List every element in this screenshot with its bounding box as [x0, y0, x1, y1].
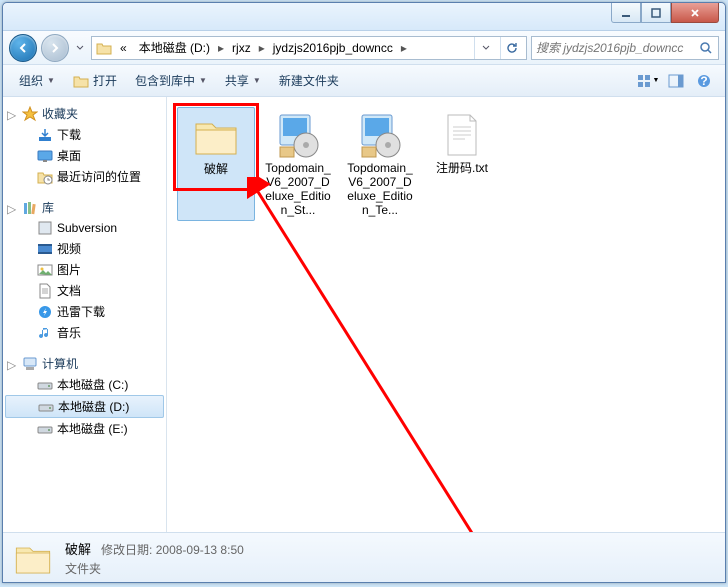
sidebar[interactable]: ▷收藏夹 下载 桌面 最近访问的位置 ▷库 Subversion 视频 图片 文… [3, 97, 167, 532]
installer-icon [274, 111, 322, 159]
open-button[interactable]: 打开 [65, 69, 125, 93]
sidebar-item-recent[interactable]: 最近访问的位置 [3, 166, 166, 187]
titlebar[interactable] [3, 3, 725, 31]
refresh-button[interactable] [500, 37, 522, 59]
libraries-header[interactable]: ▷库 [3, 197, 166, 218]
favorites-group: ▷收藏夹 下载 桌面 最近访问的位置 [3, 103, 166, 187]
sidebar-item-music[interactable]: 音乐 [3, 322, 166, 343]
back-button[interactable] [9, 34, 37, 62]
status-date-label: 修改日期: [101, 543, 152, 557]
installer-icon [356, 111, 404, 159]
file-item-folder[interactable]: 破解 [177, 107, 255, 221]
address-dropdown[interactable] [474, 37, 496, 59]
status-type: 文件夹 [65, 560, 244, 577]
breadcrumb-item[interactable]: rjxz [228, 39, 255, 57]
sidebar-item-pictures[interactable]: 图片 [3, 259, 166, 280]
drive-icon [38, 399, 54, 415]
sidebar-item-thunder[interactable]: 迅雷下载 [3, 301, 166, 322]
drive-icon [37, 377, 53, 393]
picture-icon [37, 262, 53, 278]
minimize-button[interactable] [611, 3, 641, 23]
video-icon [37, 241, 53, 257]
breadcrumb-item[interactable]: jydzjs2016pjb_downcc [269, 39, 397, 57]
desktop-icon [37, 148, 53, 164]
computer-group: ▷计算机 本地磁盘 (C:) 本地磁盘 (D:) 本地磁盘 (E:) [3, 353, 166, 439]
preview-pane-button[interactable] [663, 70, 689, 92]
address-bar[interactable]: « 本地磁盘 (D:) ▸ rjxz ▸ jydzjs2016pjb_downc… [91, 36, 527, 60]
sidebar-item-desktop[interactable]: 桌面 [3, 145, 166, 166]
forward-button[interactable] [41, 34, 69, 62]
collapse-icon[interactable]: ▷ [7, 358, 18, 369]
thunder-icon [37, 304, 53, 320]
file-list[interactable]: 破解 Topdomain_V6_2007_Deluxe_Edition_St..… [167, 97, 725, 532]
sidebar-item-drive-d[interactable]: 本地磁盘 (D:) [5, 395, 164, 418]
favorites-header[interactable]: ▷收藏夹 [3, 103, 166, 124]
body: ▷收藏夹 下载 桌面 最近访问的位置 ▷库 Subversion 视频 图片 文… [3, 97, 725, 532]
library-icon [22, 200, 38, 216]
include-library-button[interactable]: 包含到库中▼ [127, 69, 215, 93]
chevron-right-icon[interactable]: ▸ [218, 41, 224, 55]
file-label: 注册码.txt [436, 161, 488, 175]
libraries-group: ▷库 Subversion 视频 图片 文档 迅雷下载 音乐 [3, 197, 166, 343]
computer-header[interactable]: ▷计算机 [3, 353, 166, 374]
sidebar-item-documents[interactable]: 文档 [3, 280, 166, 301]
search-input[interactable] [536, 41, 694, 55]
file-item-exe[interactable]: Topdomain_V6_2007_Deluxe_Edition_Te... [341, 107, 419, 221]
breadcrumb-item[interactable]: 本地磁盘 (D:) [135, 37, 214, 58]
collapse-icon[interactable]: ▷ [7, 202, 18, 213]
folder-icon [192, 112, 240, 160]
svn-icon [37, 220, 53, 236]
file-label: 破解 [204, 162, 228, 176]
maximize-button[interactable] [641, 3, 671, 23]
search-box[interactable] [531, 36, 719, 60]
open-icon [73, 73, 89, 89]
chevron-right-icon[interactable]: ▸ [401, 41, 407, 55]
drive-icon [37, 421, 53, 437]
sidebar-item-subversion[interactable]: Subversion [3, 218, 166, 238]
sidebar-item-videos[interactable]: 视频 [3, 238, 166, 259]
star-icon [22, 106, 38, 122]
annotation-arrow [247, 177, 507, 532]
explorer-window: « 本地磁盘 (D:) ▸ rjxz ▸ jydzjs2016pjb_downc… [2, 2, 726, 583]
sidebar-item-drive-e[interactable]: 本地磁盘 (E:) [3, 418, 166, 439]
close-button[interactable] [671, 3, 719, 23]
text-file-icon [438, 111, 486, 159]
folder-icon [13, 538, 53, 578]
collapse-icon[interactable]: ▷ [7, 108, 18, 119]
file-label: Topdomain_V6_2007_Deluxe_Edition_Te... [345, 161, 415, 217]
organize-button[interactable]: 组织▼ [11, 69, 63, 93]
download-icon [37, 127, 53, 143]
view-options-button[interactable]: ▼ [635, 70, 661, 92]
help-button[interactable]: ? [691, 70, 717, 92]
status-info: 破解 修改日期: 2008-09-13 8:50 文件夹 [65, 539, 244, 577]
sidebar-item-drive-c[interactable]: 本地磁盘 (C:) [3, 374, 166, 395]
music-icon [37, 325, 53, 341]
nav-row: « 本地磁盘 (D:) ▸ rjxz ▸ jydzjs2016pjb_downc… [3, 31, 725, 65]
recent-icon [37, 169, 53, 185]
new-folder-button[interactable]: 新建文件夹 [271, 69, 347, 93]
toolbar: 组织▼ 打开 包含到库中▼ 共享▼ 新建文件夹 ▼ ? [3, 65, 725, 97]
search-icon[interactable] [698, 40, 714, 56]
nav-history-dropdown[interactable] [73, 45, 87, 51]
breadcrumb-prefix: « [116, 39, 131, 57]
file-label: Topdomain_V6_2007_Deluxe_Edition_St... [263, 161, 333, 217]
sidebar-item-downloads[interactable]: 下载 [3, 124, 166, 145]
status-bar: 破解 修改日期: 2008-09-13 8:50 文件夹 [3, 532, 725, 582]
computer-icon [22, 356, 38, 372]
file-item-exe[interactable]: Topdomain_V6_2007_Deluxe_Edition_St... [259, 107, 337, 221]
chevron-right-icon[interactable]: ▸ [259, 41, 265, 55]
status-name: 破解 [65, 542, 91, 557]
svg-text:?: ? [700, 74, 707, 88]
file-item-txt[interactable]: 注册码.txt [423, 107, 501, 221]
folder-icon [96, 40, 112, 56]
document-icon [37, 283, 53, 299]
status-date: 2008-09-13 8:50 [156, 543, 244, 557]
share-button[interactable]: 共享▼ [217, 69, 269, 93]
